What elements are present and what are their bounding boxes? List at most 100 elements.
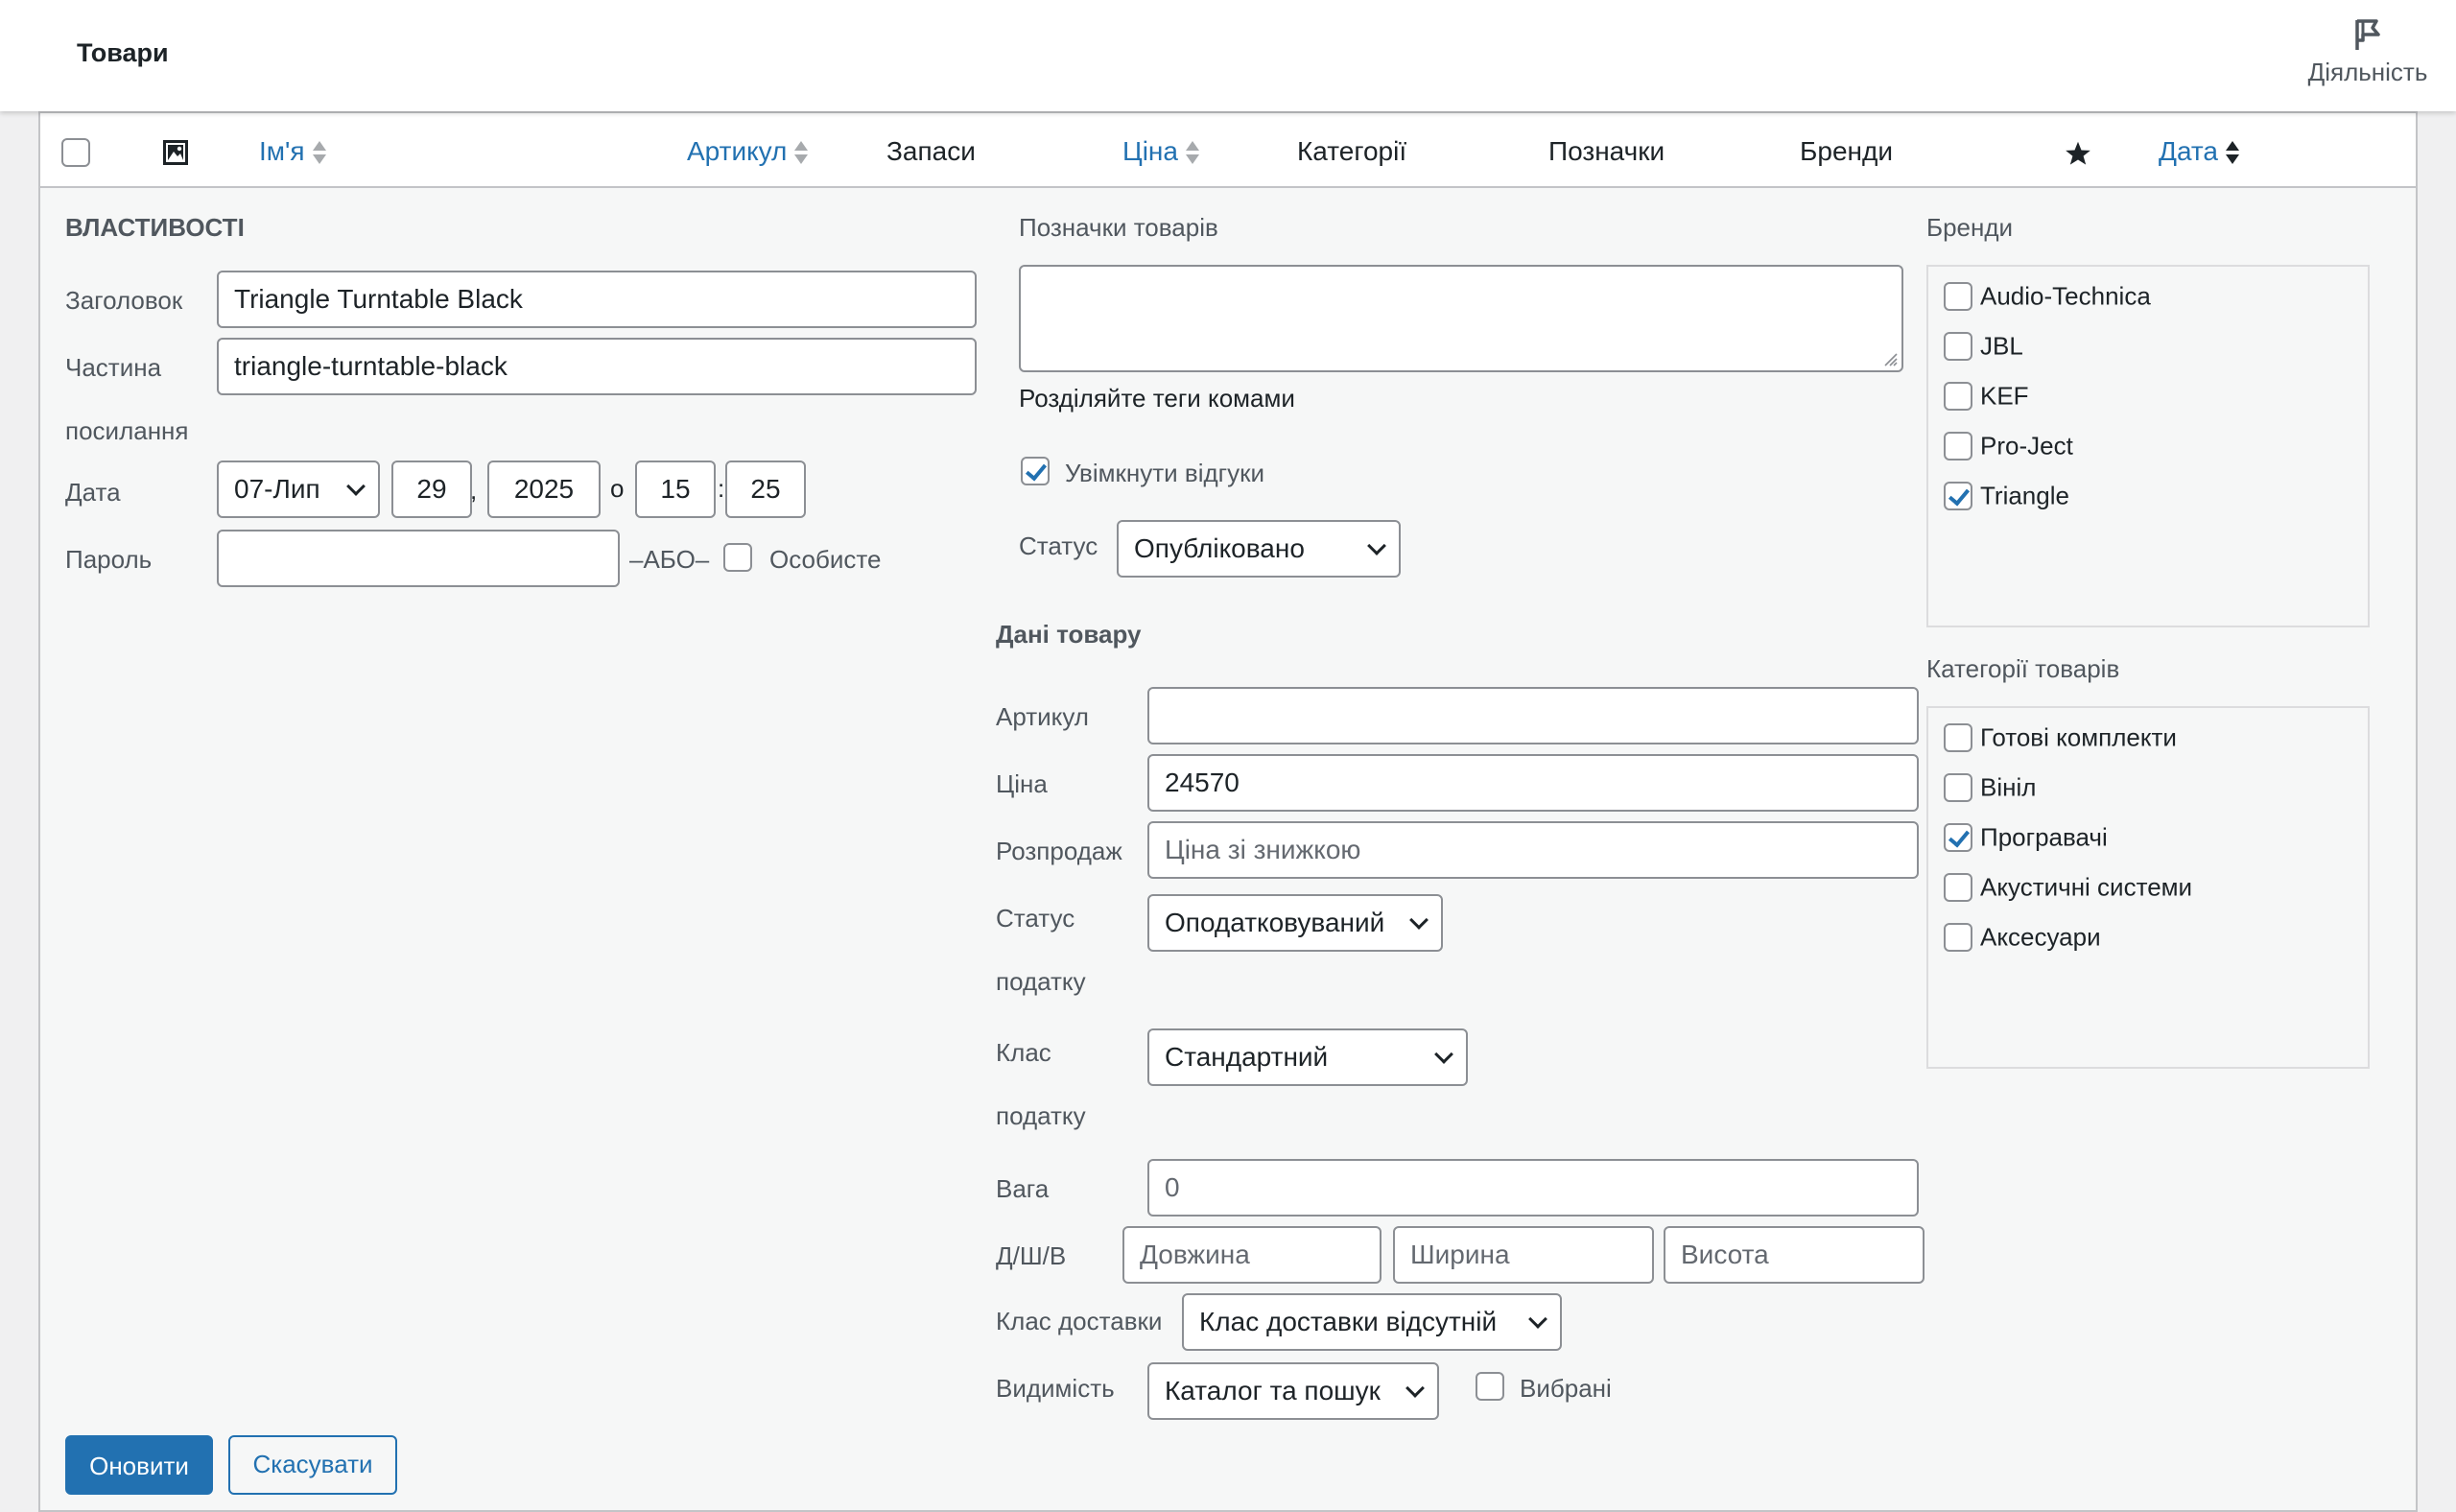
enable-reviews-checkbox[interactable]: [1021, 457, 1050, 485]
shipping-class-select[interactable]: Клас доставки відсутній: [1182, 1293, 1562, 1351]
year-input[interactable]: 2025: [487, 461, 601, 518]
sort-desc-icon: [2226, 139, 2240, 168]
brand-item[interactable]: Pro-Ject: [1944, 430, 2073, 461]
categories-checklist: Готові комплекти Вініл Програвачі Акусти…: [1926, 706, 2370, 1069]
day-input[interactable]: 29: [391, 461, 472, 518]
table-header: Ім'я Артикул Запаси Ціна Категорії Позна…: [40, 113, 2416, 188]
private-label: Особисте: [769, 545, 882, 574]
minute-input[interactable]: 25: [725, 461, 806, 518]
tax-status-select[interactable]: Оподатковуваний: [1147, 894, 1443, 952]
height-input[interactable]: Висота: [1664, 1226, 1925, 1284]
featured-star-icon: [2066, 141, 2090, 165]
tax-status-label-continued: податку: [996, 967, 1086, 996]
shipping-class-value: Клас доставки відсутній: [1199, 1307, 1498, 1336]
tax-class-value: Стандартний: [1165, 1042, 1329, 1072]
brand-label: JBL: [1980, 331, 2023, 361]
category-item[interactable]: Акустичні системи: [1944, 871, 2192, 903]
brands-checklist: Audio-Technica JBL KEF Pro-Ject Triangle: [1926, 265, 2370, 627]
product-tags-label: Позначки товарів: [1019, 213, 1218, 242]
category-item[interactable]: Готові комплекти: [1944, 721, 2177, 753]
date-label: Дата: [65, 478, 121, 507]
categories-label: Категорії товарів: [1926, 654, 2120, 683]
column-date-label: Дата: [2159, 136, 2219, 166]
chevron-down-icon: [346, 477, 366, 496]
column-price[interactable]: Ціна: [1122, 136, 1199, 168]
brand-item[interactable]: KEF: [1944, 380, 2029, 412]
enable-reviews-label: Увімкнути відгуки: [1065, 459, 1265, 487]
brand-checkbox[interactable]: [1944, 432, 1972, 461]
tax-status-label: Статус: [996, 904, 1075, 933]
category-checkbox[interactable]: [1944, 773, 1972, 803]
sku-label: Артикул: [996, 702, 1089, 731]
status-value: Опубліковано: [1134, 533, 1305, 563]
time-separator-colon: :: [718, 474, 725, 503]
brand-item[interactable]: JBL: [1944, 330, 2023, 362]
status-select[interactable]: Опубліковано: [1117, 520, 1401, 578]
category-label: Вініл: [1980, 772, 2037, 802]
tax-class-select[interactable]: Стандартний: [1147, 1028, 1468, 1086]
category-item[interactable]: Аксесуари: [1944, 921, 2101, 953]
status-label: Статус: [1019, 532, 1098, 560]
hour-input[interactable]: 15: [635, 461, 716, 518]
activity-button[interactable]: Діяльність: [2301, 17, 2435, 87]
category-checkbox[interactable]: [1944, 823, 1972, 853]
brand-label: Audio-Technica: [1980, 281, 2151, 311]
brand-checkbox[interactable]: [1944, 282, 1972, 312]
featured-checkbox[interactable]: [1476, 1372, 1504, 1401]
product-tags-textarea[interactable]: [1019, 265, 1903, 372]
column-sku[interactable]: Артикул: [687, 136, 809, 168]
private-checkbox[interactable]: [723, 543, 752, 572]
column-name[interactable]: Ім'я: [259, 136, 326, 168]
weight-input[interactable]: 0: [1147, 1159, 1919, 1217]
sale-price-input[interactable]: Ціна зі знижкою: [1147, 821, 1919, 879]
brand-checkbox[interactable]: [1944, 332, 1972, 362]
update-button[interactable]: Оновити: [65, 1435, 213, 1495]
category-checkbox[interactable]: [1944, 923, 1972, 953]
category-item[interactable]: Вініл: [1944, 771, 2036, 803]
password-input[interactable]: [217, 530, 620, 587]
product-data-heading: Дані товару: [996, 620, 1142, 649]
chevron-down-icon: [1405, 1379, 1425, 1398]
chevron-down-icon: [1409, 910, 1429, 930]
tax-class-label: Клас: [996, 1038, 1051, 1067]
brand-checkbox[interactable]: [1944, 382, 1972, 412]
brand-label: KEF: [1980, 381, 2029, 411]
price-input[interactable]: 24570: [1147, 754, 1919, 812]
time-at-label: о: [610, 474, 625, 503]
or-label: –АБО–: [629, 545, 710, 574]
slug-label: Частина: [65, 353, 162, 382]
resize-grip-icon: [1884, 353, 1898, 366]
sort-icon: [794, 139, 809, 168]
sku-input[interactable]: [1147, 687, 1919, 744]
slug-input[interactable]: triangle-turntable-black: [217, 338, 977, 395]
category-item[interactable]: Програвачі: [1944, 821, 2108, 853]
category-label: Готові комплекти: [1980, 722, 2177, 752]
tax-status-value: Оподатковуваний: [1165, 908, 1385, 937]
brand-checkbox[interactable]: [1944, 482, 1972, 511]
cancel-button[interactable]: Скасувати: [228, 1435, 397, 1495]
title-input[interactable]: Triangle Turntable Black: [217, 271, 977, 328]
length-input[interactable]: Довжина: [1122, 1226, 1382, 1284]
visibility-label: Видимість: [996, 1374, 1115, 1403]
category-checkbox[interactable]: [1944, 723, 1972, 753]
activity-label: Діяльність: [2307, 58, 2428, 86]
select-all-checkbox[interactable]: [61, 138, 90, 167]
brand-item[interactable]: Audio-Technica: [1944, 280, 2151, 312]
column-date[interactable]: Дата: [2159, 136, 2240, 168]
visibility-select[interactable]: Каталог та пошук: [1147, 1362, 1439, 1420]
price-label: Ціна: [996, 769, 1048, 798]
sale-price-label: Розпродаж: [996, 837, 1122, 865]
category-checkbox[interactable]: [1944, 873, 1972, 903]
quick-edit-panel: Ім'я Артикул Запаси Ціна Категорії Позна…: [38, 111, 2418, 1512]
properties-heading: ВЛАСТИВОСТІ: [65, 213, 245, 242]
image-column-icon: [163, 140, 188, 165]
chevron-down-icon: [1367, 536, 1386, 555]
weight-label: Вага: [996, 1174, 1050, 1203]
width-input[interactable]: Ширина: [1393, 1226, 1654, 1284]
month-value: 07-Лип: [234, 474, 320, 504]
brand-item[interactable]: Triangle: [1944, 480, 2069, 511]
chevron-down-icon: [1434, 1045, 1453, 1064]
category-label: Аксесуари: [1980, 922, 2101, 952]
page-title: Товари: [77, 38, 169, 67]
month-select[interactable]: 07-Лип: [217, 461, 380, 518]
